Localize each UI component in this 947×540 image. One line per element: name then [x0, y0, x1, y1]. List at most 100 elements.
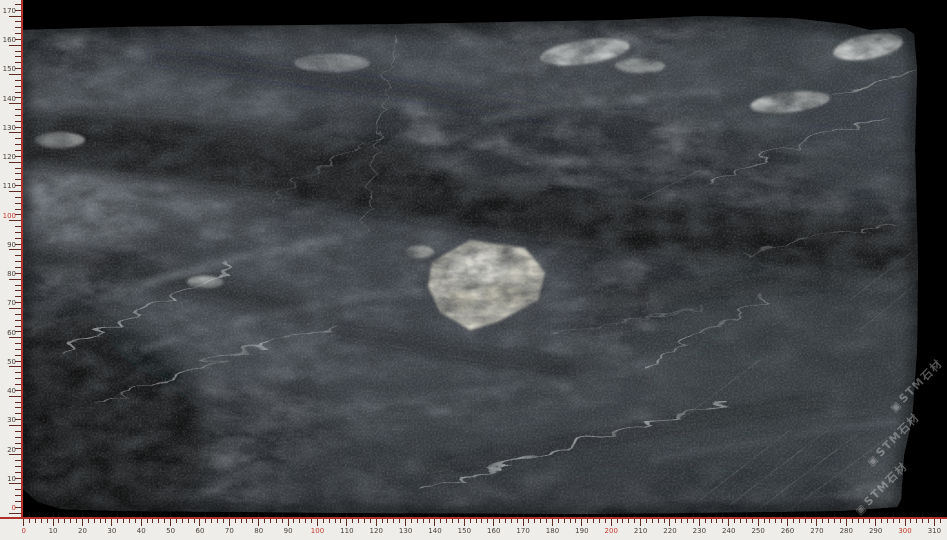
- ruler-tick: [9, 513, 21, 514]
- ruler-tick: [940, 519, 941, 523]
- ruler-tick: [922, 519, 923, 523]
- ruler-tick: [805, 519, 806, 523]
- ruler-tick: [622, 519, 623, 523]
- ruler-tick: [15, 320, 21, 321]
- marble-texture: [0, 0, 947, 540]
- ruler-tick: [887, 519, 888, 523]
- ruler-label: 150: [454, 527, 474, 535]
- ruler-tick: [15, 203, 21, 204]
- ruler-label: 290: [866, 527, 886, 535]
- ruler-label: 10: [7, 475, 16, 483]
- ruler-tick: [15, 62, 21, 63]
- ruler-tick: [440, 519, 441, 523]
- ruler-tick: [587, 519, 588, 523]
- ruler-tick: [15, 27, 21, 28]
- ruler-tick: [411, 519, 412, 523]
- ruler-tick: [746, 519, 747, 523]
- ruler-label: 70: [219, 527, 239, 535]
- ruler-tick: [781, 519, 782, 523]
- ruler-tick: [493, 519, 494, 526]
- ruler-label: 50: [161, 527, 181, 535]
- ruler-tick: [229, 519, 230, 526]
- ruler-tick: [570, 519, 571, 523]
- ruler-label: 80: [249, 527, 269, 535]
- ruler-tick: [581, 519, 582, 526]
- ruler-tick: [23, 519, 24, 526]
- ruler-label: 20: [72, 527, 92, 535]
- ruler-tick: [9, 162, 21, 163]
- ruler-label: 30: [102, 527, 122, 535]
- ruler-tick: [258, 519, 259, 526]
- ruler-tick: [517, 519, 518, 523]
- ruler-tick: [834, 519, 835, 523]
- ruler-tick: [15, 460, 21, 461]
- ruler-tick: [716, 519, 717, 523]
- ruler-tick: [288, 519, 289, 526]
- ruler-tick: [15, 495, 21, 496]
- ruler-tick: [764, 519, 765, 523]
- ruler-tick: [276, 519, 277, 523]
- ruler-tick: [15, 443, 21, 444]
- ruler-tick: [205, 519, 206, 523]
- vertical-ruler: 0102030405060708090100110120130140150160…: [0, 0, 23, 540]
- ruler-tick: [675, 519, 676, 523]
- ruler-label: 40: [7, 387, 16, 395]
- ruler-tick: [687, 519, 688, 523]
- ruler-tick: [558, 519, 559, 523]
- ruler-tick: [499, 519, 500, 523]
- ruler-tick: [217, 519, 218, 523]
- ruler-label: 120: [3, 153, 16, 161]
- ruler-tick: [188, 519, 189, 523]
- ruler-tick: [164, 519, 165, 523]
- ruler-tick: [9, 279, 21, 280]
- ruler-label: 140: [3, 95, 16, 103]
- ruler-label: 30: [7, 416, 16, 424]
- ruler-tick: [546, 519, 547, 523]
- ruler-tick: [15, 92, 21, 93]
- slab-scan-viewport: ▣STM石材▣STM石材▣STM石材 010203040506070809010…: [0, 0, 947, 540]
- ruler-tick: [9, 454, 21, 455]
- ruler-label: 240: [719, 527, 739, 535]
- ruler-tick: [9, 220, 21, 221]
- ruler-tick: [699, 519, 700, 526]
- ruler-tick: [9, 191, 21, 192]
- ruler-tick: [15, 431, 21, 432]
- ruler-tick: [317, 519, 318, 526]
- ruler-tick: [505, 519, 506, 523]
- ruler-tick: [15, 326, 21, 327]
- ruler-tick: [15, 179, 21, 180]
- ruler-tick: [58, 519, 59, 523]
- ruler-label: 20: [7, 446, 16, 454]
- ruler-tick: [734, 519, 735, 523]
- ruler-tick: [487, 519, 488, 523]
- ruler-tick: [9, 483, 21, 484]
- ruler-tick: [15, 168, 21, 169]
- ruler-tick: [881, 519, 882, 523]
- ruler-tick: [387, 519, 388, 523]
- ruler-tick: [869, 519, 870, 523]
- ruler-tick: [15, 197, 21, 198]
- ruler-tick: [15, 150, 21, 151]
- ruler-tick: [611, 519, 612, 526]
- ruler-tick: [194, 519, 195, 523]
- ruler-label: 50: [7, 358, 16, 366]
- ruler-tick: [15, 232, 21, 233]
- ruler-label: 210: [631, 527, 651, 535]
- ruler-tick: [9, 396, 21, 397]
- ruler-tick: [928, 519, 929, 523]
- ruler-label: 110: [337, 527, 357, 535]
- ruler-tick: [182, 519, 183, 523]
- ruler-tick: [15, 489, 21, 490]
- ruler-tick: [53, 519, 54, 526]
- ruler-tick: [846, 519, 847, 526]
- ruler-tick: [711, 519, 712, 523]
- ruler-tick: [446, 519, 447, 523]
- ruler-tick: [15, 144, 21, 145]
- ruler-tick: [511, 519, 512, 523]
- ruler-label: 200: [601, 527, 621, 535]
- ruler-tick: [9, 132, 21, 133]
- ruler-tick: [552, 519, 553, 526]
- ruler-tick: [94, 519, 95, 523]
- ruler-tick: [346, 519, 347, 526]
- ruler-tick: [15, 437, 21, 438]
